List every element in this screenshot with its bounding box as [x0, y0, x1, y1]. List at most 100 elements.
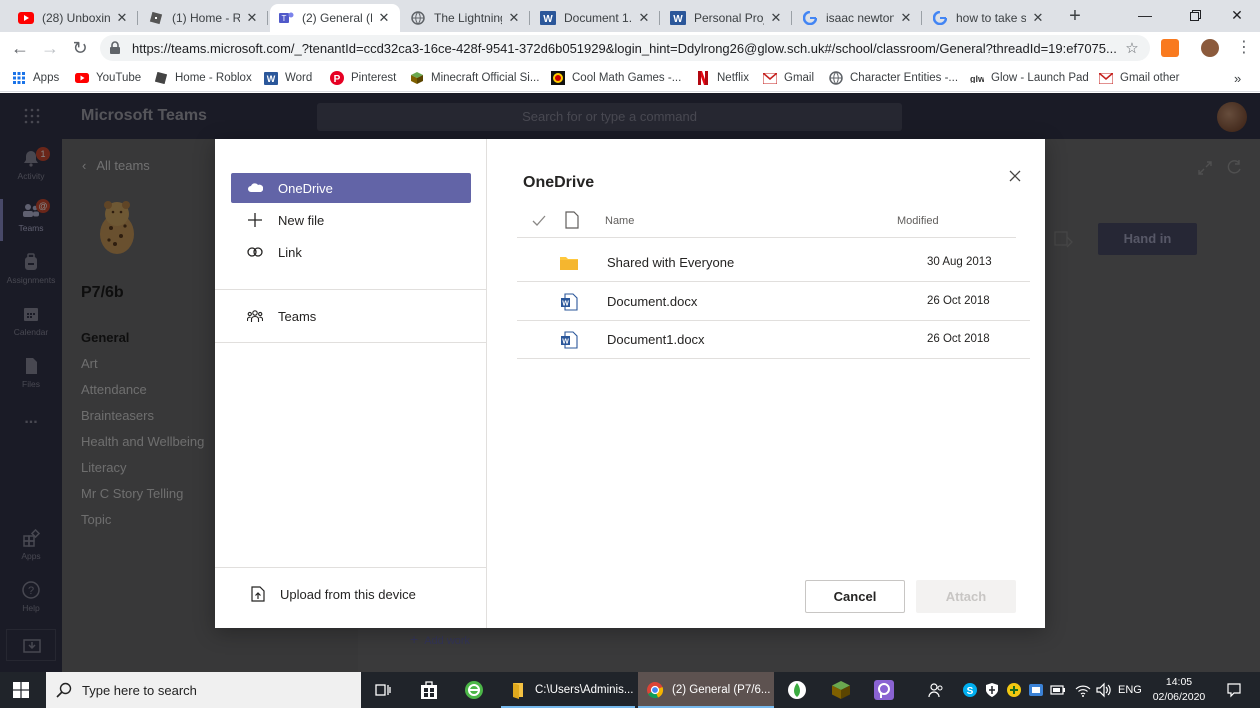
new-tab-button[interactable]: +: [1064, 6, 1086, 28]
cancel-button[interactable]: Cancel: [805, 580, 905, 613]
file-row[interactable]: W Document1.docx 26 Oct 2018: [517, 321, 1030, 359]
browser-tab-isaac-newton[interactable]: isaac newton i ✕: [794, 4, 922, 32]
bookmark-cool-math[interactable]: Cool Math Games -...: [551, 70, 681, 86]
file-row[interactable]: W Document.docx 26 Oct 2018: [517, 283, 1030, 321]
pinned-app-icon[interactable]: [786, 679, 808, 701]
browser-tab-youtube[interactable]: (28) Unboxing ✕: [10, 4, 138, 32]
skype-icon[interactable]: S: [962, 682, 978, 698]
bookmark-youtube[interactable]: YouTube: [75, 70, 141, 86]
browser-tab-personal-project[interactable]: W Personal Proje ✕: [662, 4, 792, 32]
system-clock[interactable]: 14:05 02/06/2020: [1148, 675, 1210, 705]
upload-from-device-button[interactable]: Upload from this device: [251, 586, 416, 602]
divider: [215, 567, 487, 568]
taskbar-search-input[interactable]: Type here to search: [46, 672, 361, 708]
windows-taskbar: Type here to search C:\Users\Adminis... …: [0, 672, 1260, 708]
plus-icon: [247, 212, 263, 228]
bookmark-apps[interactable]: Apps: [12, 70, 59, 86]
teams-icon: T: [278, 10, 294, 26]
back-icon[interactable]: ←: [8, 36, 32, 60]
bookmark-word[interactable]: W Word: [264, 70, 312, 86]
bookmark-roblox[interactable]: Home - Roblox: [154, 70, 252, 86]
search-icon: [56, 682, 72, 698]
globe-icon: [410, 10, 426, 26]
minecraft-icon[interactable]: [830, 679, 852, 701]
reload-icon[interactable]: ↻: [68, 36, 92, 60]
forward-icon[interactable]: →: [38, 36, 62, 60]
gmail-icon: [1099, 71, 1113, 85]
bookmark-star-icon[interactable]: ☆: [1122, 39, 1142, 57]
file-row[interactable]: Shared with Everyone 30 Aug 2013: [517, 244, 1030, 282]
close-tab-icon[interactable]: ✕: [114, 10, 130, 26]
column-name[interactable]: Name: [605, 215, 634, 227]
svg-text:W: W: [267, 74, 276, 84]
network-app-icon[interactable]: [1028, 682, 1044, 698]
source-link[interactable]: Link: [231, 237, 471, 267]
roblox-icon: [148, 10, 164, 26]
tray-app-icon[interactable]: [1006, 682, 1022, 698]
bookmark-gmail[interactable]: Gmail: [763, 70, 814, 86]
input-language[interactable]: ENG: [1118, 684, 1142, 696]
close-tab-icon[interactable]: ✕: [244, 10, 260, 26]
file-modified: 26 Oct 2018: [927, 295, 990, 307]
taskbar-app-explorer[interactable]: C:\Users\Adminis...: [501, 672, 635, 708]
volume-icon[interactable]: [1095, 682, 1111, 698]
url-text: https://teams.microsoft.com/_?tenantId=c…: [132, 40, 1117, 56]
divider: [215, 289, 487, 290]
bookmark-minecraft[interactable]: Minecraft Official Si...: [410, 70, 539, 86]
chrome-menu-icon[interactable]: ⋮: [1232, 36, 1256, 60]
minimize-icon[interactable]: —: [1122, 0, 1168, 30]
minecraft-icon: [410, 71, 424, 85]
battery-icon[interactable]: [1050, 682, 1066, 698]
select-all-checkmark-icon[interactable]: [531, 214, 547, 228]
word-document-icon: W: [561, 293, 578, 311]
word-icon: W: [670, 10, 686, 26]
windows-start-icon[interactable]: [13, 682, 29, 698]
close-icon[interactable]: [1006, 167, 1024, 185]
pinterest-icon: P: [330, 71, 344, 85]
roblox-icon: [154, 71, 168, 85]
attach-button[interactable]: Attach: [916, 580, 1016, 613]
browser-tab-teams[interactable]: T (2) General (P7/ ✕: [270, 4, 400, 32]
restore-icon[interactable]: [1172, 0, 1218, 30]
task-view-icon[interactable]: [372, 679, 394, 701]
bookmarks-more-chevron[interactable]: »: [1234, 70, 1241, 86]
svg-text:glw: glw: [970, 74, 984, 83]
browser-tab-roblox[interactable]: (1) Home - Rob ✕: [140, 4, 268, 32]
bookmark-gmail-other[interactable]: Gmail other: [1099, 70, 1179, 86]
svg-text:P: P: [334, 74, 341, 85]
notification-center-icon[interactable]: [1226, 682, 1242, 698]
bookmark-character-entities[interactable]: Character Entities -...: [829, 70, 958, 86]
bookmark-glow[interactable]: glw Glow - Launch Pad: [970, 70, 1089, 86]
close-tab-icon[interactable]: ✕: [636, 10, 652, 26]
browser-tab-lightning[interactable]: The Lightning ✕: [402, 4, 530, 32]
browser-tab-document1[interactable]: W Document 1.d ✕: [532, 4, 660, 32]
close-tab-icon[interactable]: ✕: [506, 10, 522, 26]
profile-avatar[interactable]: [1201, 39, 1219, 57]
paint-app-icon[interactable]: [873, 679, 895, 701]
store-icon[interactable]: [418, 679, 440, 701]
security-shield-icon[interactable]: [984, 682, 1000, 698]
close-tab-icon[interactable]: ✕: [768, 10, 784, 26]
close-tab-icon[interactable]: ✕: [898, 10, 914, 26]
tab-title: how to take sc: [956, 11, 1026, 25]
file-name: Shared with Everyone: [607, 255, 735, 270]
bookmark-pinterest[interactable]: P Pinterest: [330, 70, 396, 86]
browser-tab-how-to-take[interactable]: how to take sc ✕: [924, 4, 1054, 32]
close-window-icon[interactable]: ✕: [1214, 0, 1260, 30]
source-new-file[interactable]: New file: [231, 205, 471, 235]
address-bar[interactable]: https://teams.microsoft.com/_?tenantId=c…: [100, 35, 1150, 61]
bookmark-netflix[interactable]: Netflix: [696, 70, 749, 86]
people-icon[interactable]: [928, 682, 944, 698]
youtube-icon: [75, 71, 89, 85]
source-onedrive[interactable]: OneDrive: [231, 173, 471, 203]
column-modified[interactable]: Modified: [897, 215, 939, 227]
taskbar-app-chrome[interactable]: (2) General (P7/6...: [638, 672, 774, 708]
source-teams[interactable]: Teams: [231, 301, 471, 331]
extension-icon[interactable]: [1161, 39, 1179, 57]
folder-icon: [560, 257, 578, 270]
edge-icon[interactable]: [463, 679, 485, 701]
wifi-icon[interactable]: [1075, 682, 1091, 698]
close-tab-icon[interactable]: ✕: [1030, 10, 1046, 26]
close-tab-icon[interactable]: ✕: [376, 10, 392, 26]
attach-file-dialog: OneDrive New file Link Teams Upload from…: [215, 139, 1045, 628]
